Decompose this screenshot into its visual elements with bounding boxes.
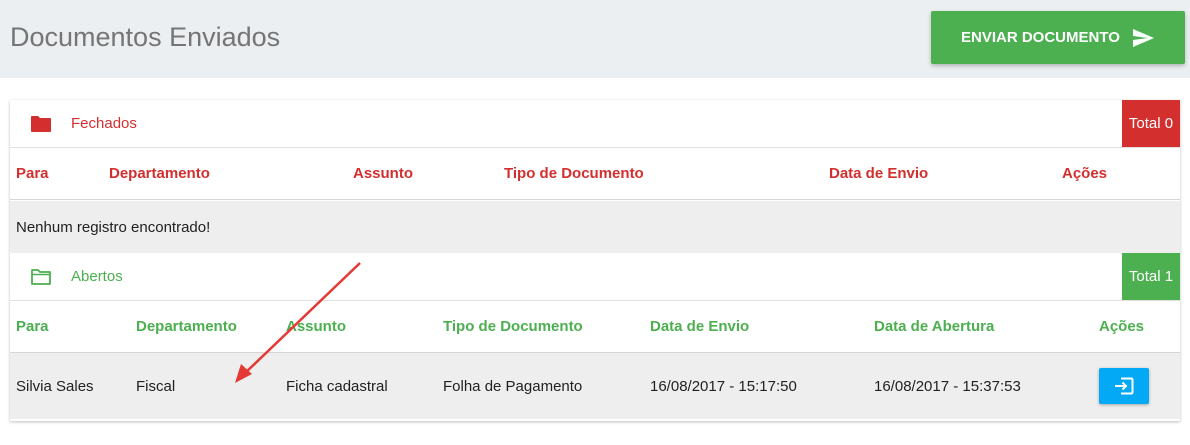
exit-to-app-icon bbox=[1115, 377, 1134, 395]
open-col-departamento[interactable]: Departamento bbox=[136, 318, 237, 335]
open-col-data-abertura[interactable]: Data de Abertura bbox=[874, 318, 994, 335]
cell-data-envio: 16/08/2017 - 15:17:50 bbox=[650, 378, 797, 395]
closed-col-acoes: Ações bbox=[1062, 165, 1108, 182]
open-col-acoes: Ações bbox=[1099, 318, 1145, 335]
closed-table-header: Para Departamento Assunto Tipo de Docume… bbox=[10, 148, 1180, 200]
send-document-button[interactable]: ENVIAR DOCUMENTO bbox=[931, 11, 1185, 64]
closed-col-departamento[interactable]: Departamento bbox=[109, 165, 210, 182]
table-row[interactable]: Silvia Sales Fiscal Ficha cadastral Folh… bbox=[10, 353, 1180, 419]
top-bar: Documentos Enviados ENVIAR DOCUMENTO bbox=[0, 0, 1190, 78]
open-col-para[interactable]: Para bbox=[16, 318, 49, 335]
closed-col-para[interactable]: Para bbox=[16, 165, 49, 182]
cell-departamento: Fiscal bbox=[136, 378, 176, 395]
cell-tipo: Folha de Pagamento bbox=[443, 378, 583, 395]
closed-col-tipo[interactable]: Tipo de Documento bbox=[504, 165, 644, 182]
closed-col-data-envio[interactable]: Data de Envio bbox=[829, 165, 928, 182]
open-section-header[interactable]: Abertos Total 1 bbox=[10, 253, 1180, 301]
send-document-label: ENVIAR DOCUMENTO bbox=[961, 29, 1120, 46]
send-icon bbox=[1133, 29, 1154, 47]
open-col-tipo[interactable]: Tipo de Documento bbox=[443, 318, 583, 335]
closed-total-badge: Total 0 bbox=[1122, 100, 1180, 147]
open-table-header: Para Departamento Assunto Tipo de Docume… bbox=[10, 301, 1180, 353]
cell-assunto: Ficha cadastral bbox=[286, 378, 388, 395]
open-col-data-envio[interactable]: Data de Envio bbox=[650, 318, 749, 335]
folder-filled-icon bbox=[31, 116, 51, 132]
closed-empty-row: Nenhum registro encontrado! bbox=[10, 201, 1180, 253]
page-title: Documentos Enviados bbox=[10, 22, 281, 52]
folder-outline-icon bbox=[31, 269, 51, 285]
open-document-button[interactable] bbox=[1099, 368, 1149, 404]
open-col-assunto[interactable]: Assunto bbox=[286, 318, 346, 335]
open-section-label: Abertos bbox=[71, 268, 123, 285]
closed-section-header[interactable]: Fechados Total 0 bbox=[10, 100, 1180, 148]
closed-col-assunto[interactable]: Assunto bbox=[353, 165, 413, 182]
closed-section-label: Fechados bbox=[71, 115, 137, 132]
open-total-badge: Total 1 bbox=[1122, 253, 1180, 300]
documents-card: Fechados Total 0 Para Departamento Assun… bbox=[10, 100, 1180, 421]
cell-para: Silvia Sales bbox=[16, 378, 94, 395]
cell-data-abertura: 16/08/2017 - 15:37:53 bbox=[874, 378, 1021, 395]
closed-empty-message: Nenhum registro encontrado! bbox=[16, 219, 211, 236]
